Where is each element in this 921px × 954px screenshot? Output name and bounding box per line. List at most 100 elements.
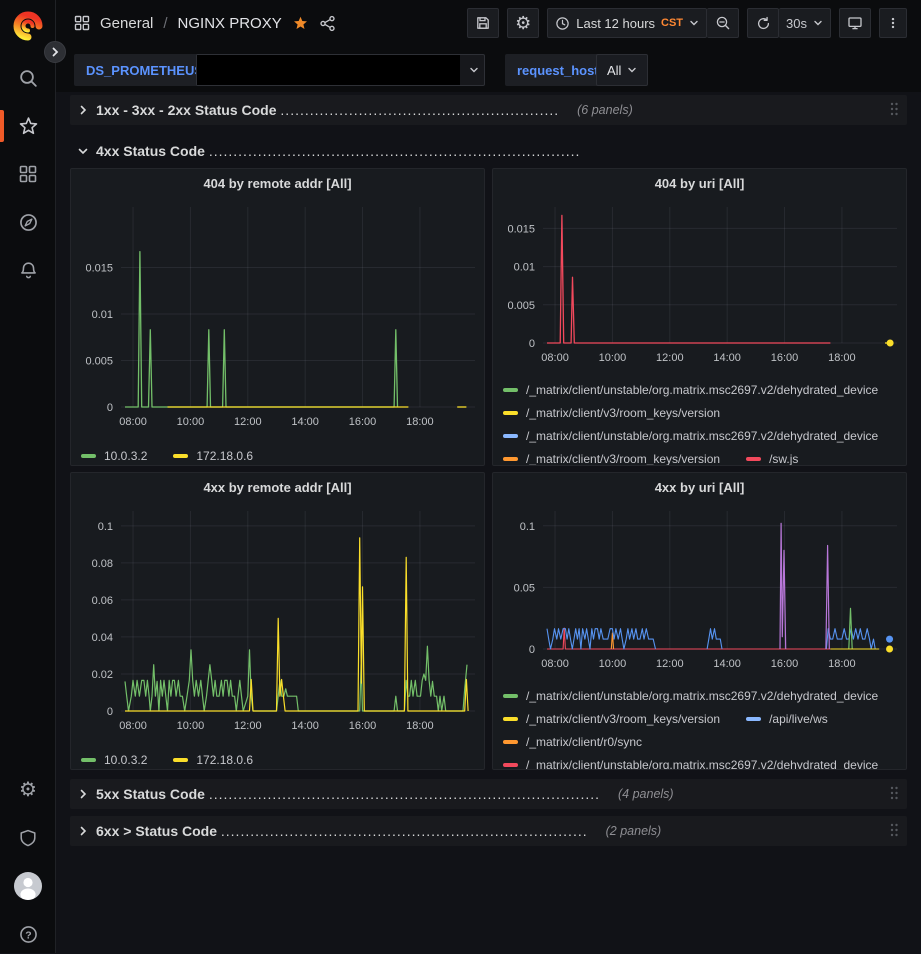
row-5xx[interactable]: 5xx Status Code ........................…	[70, 779, 907, 809]
drag-handle-icon[interactable]	[889, 101, 899, 117]
sidebar-item-dashboards[interactable]	[8, 154, 48, 194]
time-range-picker[interactable]: Last 12 hours CST	[547, 8, 707, 38]
panel-title[interactable]: 4xx by uri [All]	[493, 473, 906, 501]
chart[interactable]: 00.020.040.060.080.108:0010:0012:0014:00…	[71, 501, 484, 741]
legend-label: /_matrix/client/unstable/org.matrix.msc2…	[526, 758, 878, 771]
legend-item[interactable]: 172.18.0.6	[173, 444, 253, 466]
legend-item[interactable]: /_matrix/client/v3/room_keys/version	[503, 447, 720, 466]
svg-text:0: 0	[529, 644, 535, 656]
legend-label: 172.18.0.6	[196, 753, 253, 767]
legend-label: /sw.js	[769, 452, 798, 466]
sidebar: ⚙ ?	[0, 0, 56, 953]
svg-text:0: 0	[107, 402, 113, 414]
chevron-right-icon	[78, 105, 88, 115]
timezone-label: CST	[661, 17, 683, 29]
svg-text:14:00: 14:00	[713, 352, 741, 364]
sidebar-item-explore[interactable]	[8, 202, 48, 242]
grafana-logo[interactable]	[8, 6, 48, 46]
svg-text:08:00: 08:00	[541, 658, 569, 670]
refresh-interval-picker[interactable]: 30s	[779, 8, 831, 38]
legend-item[interactable]: /_matrix/client/unstable/org.matrix.msc2…	[503, 378, 898, 401]
sidebar-expand-toggle[interactable]	[44, 41, 66, 63]
svg-text:16:00: 16:00	[349, 720, 377, 732]
variable-value-dropdown-all[interactable]: All	[596, 54, 648, 86]
main-area: General / NGINX PROXY	[56, 0, 921, 953]
svg-text:0.015: 0.015	[85, 262, 113, 274]
apps-grid-icon	[74, 15, 90, 31]
share-icon[interactable]	[319, 15, 336, 32]
star-filled-icon[interactable]	[292, 15, 309, 32]
legend-item[interactable]: /_matrix/client/unstable/org.matrix.msc2…	[503, 424, 898, 447]
refresh-icon	[756, 16, 771, 31]
chevron-down-icon	[627, 65, 637, 75]
panel-title[interactable]: 4xx by remote addr [All]	[71, 473, 484, 501]
svg-text:0: 0	[107, 706, 113, 718]
drag-handle-icon[interactable]	[889, 822, 899, 838]
row-1xx-3xx-2xx[interactable]: 1xx - 3xx - 2xx Status Code ............…	[70, 95, 907, 125]
refresh-button[interactable]	[747, 8, 779, 38]
user-avatar	[13, 871, 43, 901]
dashboard-variables-bar: DS_PROMETHEUS request_host All	[56, 46, 921, 92]
panel: 4xx by uri [All]00.050.108:0010:0012:001…	[492, 472, 907, 770]
svg-text:10:00: 10:00	[599, 658, 627, 670]
cycle-view-mode-button[interactable]	[839, 8, 871, 38]
chart-legend: /_matrix/client/unstable/org.matrix.msc2…	[493, 682, 906, 770]
row-title: 6xx > Status Code ......................…	[96, 823, 588, 839]
sidebar-item-profile[interactable]	[8, 866, 48, 906]
legend-swatch	[746, 717, 761, 721]
sidebar-item-starred[interactable]	[8, 106, 48, 146]
legend-swatch	[503, 717, 518, 721]
svg-text:10:00: 10:00	[177, 720, 205, 732]
chart[interactable]: 00.050.108:0010:0012:0014:0016:0018:00	[493, 501, 906, 677]
save-dashboard-button[interactable]	[467, 8, 499, 38]
legend-item[interactable]: /_matrix/client/v3/room_keys/version	[503, 707, 720, 730]
legend-item[interactable]: 10.0.3.2	[81, 748, 147, 770]
svg-text:12:00: 12:00	[656, 352, 684, 364]
chevron-down-icon	[469, 65, 479, 75]
drag-handle-icon[interactable]	[889, 785, 899, 801]
chart[interactable]: 00.0050.010.01508:0010:0012:0014:0016:00…	[71, 197, 484, 437]
legend-label: /_matrix/client/unstable/org.matrix.msc2…	[526, 383, 878, 397]
legend-item[interactable]: 10.0.3.2	[81, 444, 147, 466]
legend-item[interactable]: /_matrix/client/r0/sync	[503, 730, 642, 753]
svg-text:18:00: 18:00	[828, 658, 856, 670]
breadcrumb-dashboard-title[interactable]: NGINX PROXY	[178, 15, 282, 32]
row-panel-count: (2 panels)	[606, 824, 662, 838]
sidebar-item-help[interactable]: ?	[8, 914, 48, 954]
legend-swatch	[173, 454, 188, 458]
legend-label: /_matrix/client/v3/room_keys/version	[526, 406, 720, 420]
legend-item[interactable]: /_matrix/client/unstable/org.matrix.msc2…	[503, 684, 898, 707]
legend-swatch	[503, 763, 518, 767]
legend-label: /api/live/ws	[769, 712, 828, 726]
chart[interactable]: 00.0050.010.01508:0010:0012:0014:0016:00…	[493, 197, 906, 371]
dashboard-settings-button[interactable]: ⚙	[507, 8, 539, 38]
svg-text:0.02: 0.02	[92, 669, 113, 681]
settings-icon: ⚙	[515, 14, 531, 32]
legend-item[interactable]: /_matrix/client/v3/room_keys/version	[503, 401, 720, 424]
compass-icon	[18, 212, 39, 233]
sidebar-item-server-admin[interactable]	[8, 818, 48, 858]
panel-title[interactable]: 404 by remote addr [All]	[71, 169, 484, 197]
variable-value-dropdown-redacted[interactable]	[196, 54, 485, 86]
row-4xx[interactable]: 4xx Status Code ........................…	[70, 136, 907, 166]
more-options-button[interactable]	[879, 8, 907, 38]
legend-item[interactable]: /_matrix/client/unstable/org.matrix.msc2…	[503, 753, 898, 770]
sidebar-item-search[interactable]	[8, 58, 48, 98]
legend-item[interactable]: 172.18.0.6	[173, 748, 253, 770]
svg-text:18:00: 18:00	[406, 720, 434, 732]
zoom-out-time-button[interactable]	[707, 8, 739, 38]
clock-icon	[555, 16, 570, 31]
breadcrumb-section[interactable]: General	[100, 15, 153, 32]
row-6xx[interactable]: 6xx > Status Code ......................…	[70, 816, 907, 846]
tv-icon	[847, 15, 863, 31]
sidebar-item-configuration[interactable]: ⚙	[8, 770, 48, 810]
sidebar-item-alerting[interactable]	[8, 250, 48, 290]
legend-swatch	[503, 457, 518, 461]
chevron-down-icon	[813, 18, 823, 28]
svg-text:0.005: 0.005	[85, 355, 113, 367]
panel-title[interactable]: 404 by uri [All]	[493, 169, 906, 197]
legend-swatch	[81, 454, 96, 458]
legend-item[interactable]: /api/live/ws	[746, 707, 828, 730]
legend-item[interactable]: /sw.js	[746, 447, 798, 466]
chevron-down-icon	[689, 18, 699, 28]
